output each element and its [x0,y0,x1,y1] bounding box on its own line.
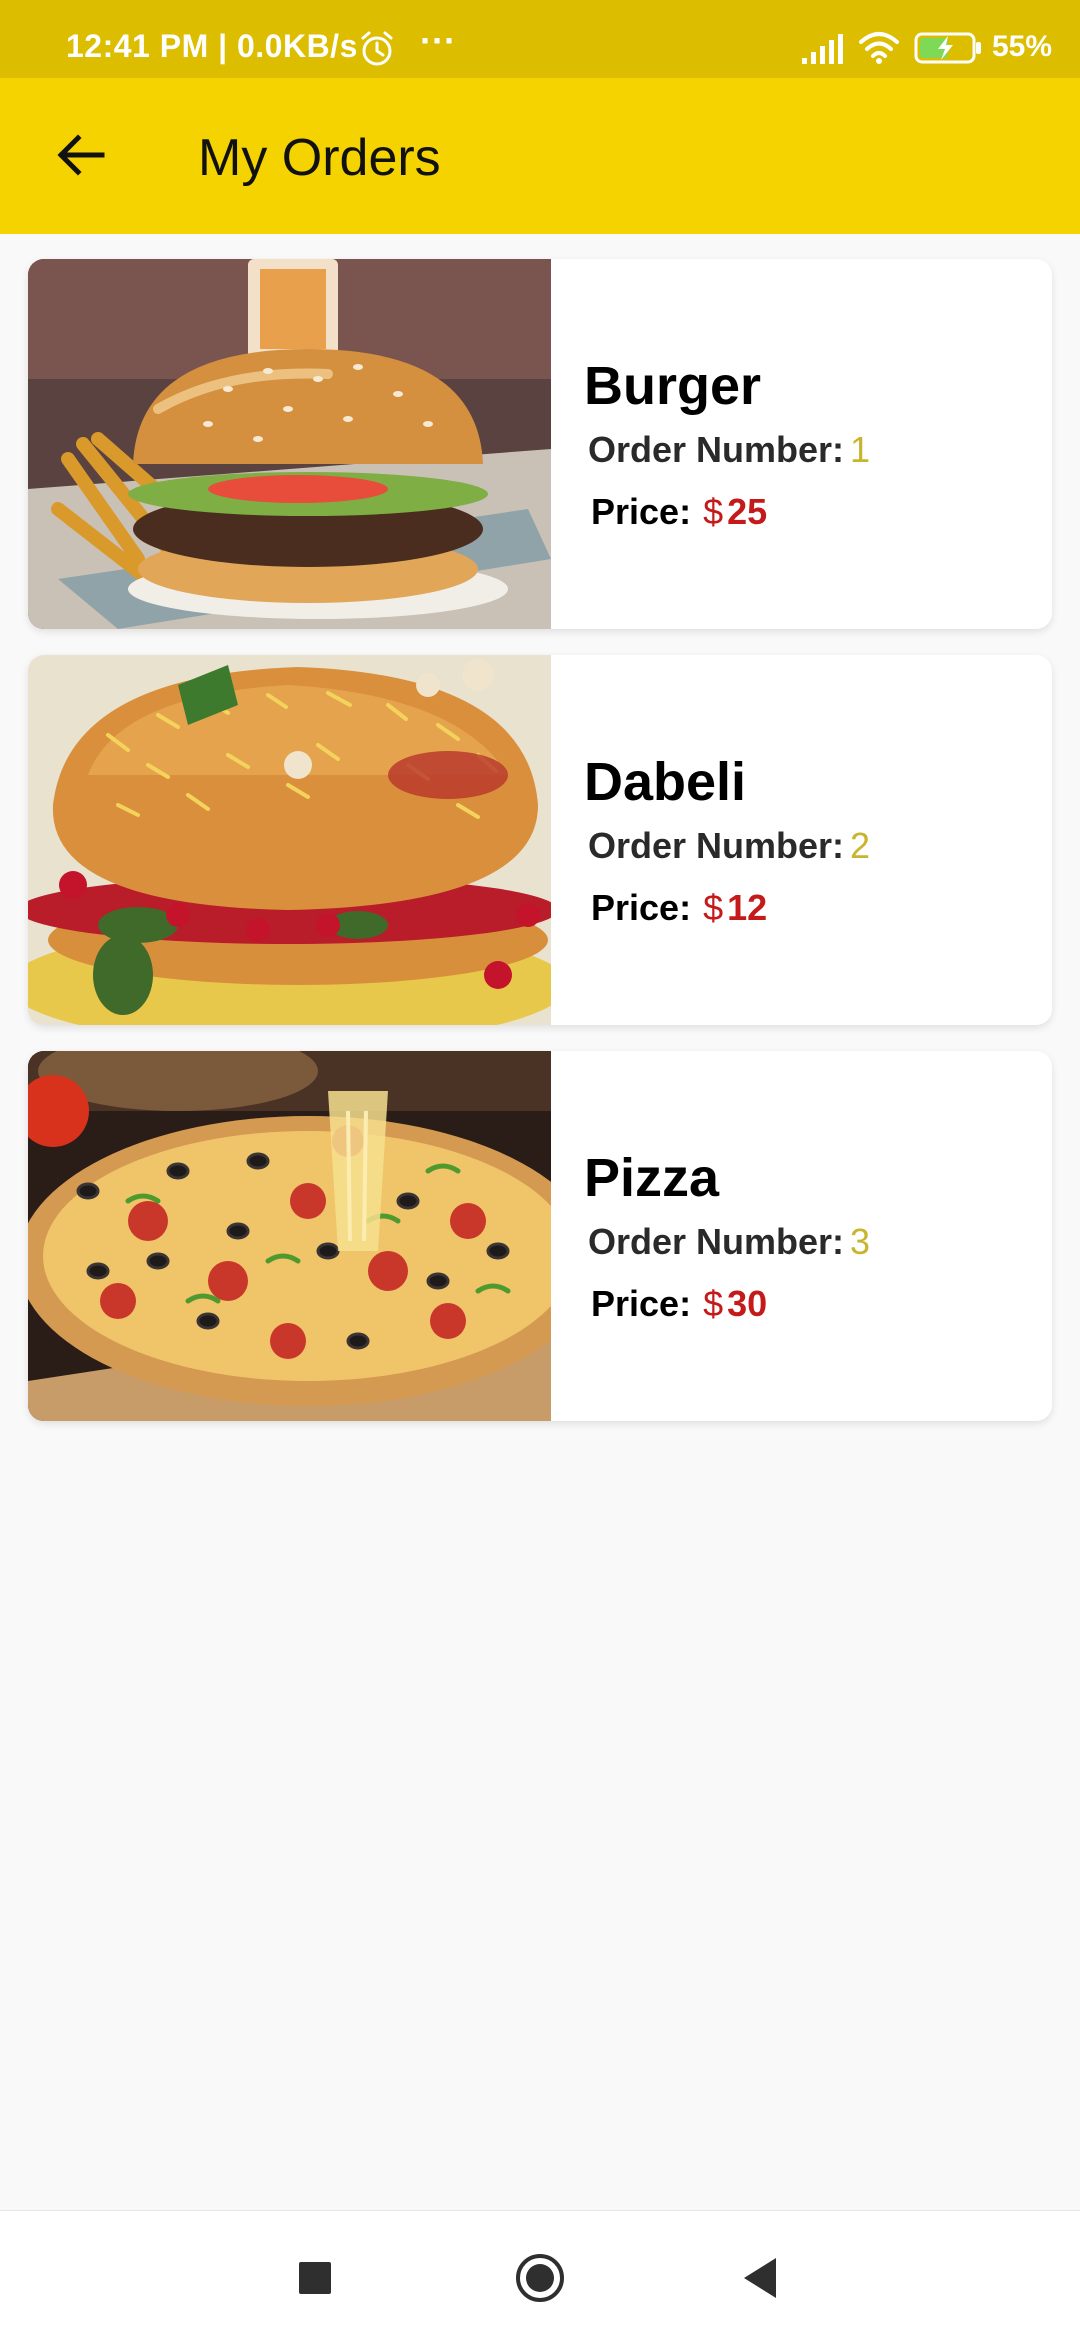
recents-square-icon[interactable] [299,2262,331,2294]
burger-photo [28,259,551,629]
price-currency: $ [703,887,724,928]
wifi-icon [859,32,899,64]
order-card-pizza[interactable]: Pizza Order Number: 3 Price: $30 [28,1051,1052,1421]
order-number-value: 1 [850,429,871,470]
system-nav-bar [0,2210,1080,2340]
order-number-value: 2 [850,825,871,866]
dabeli-image [28,655,551,1025]
battery-percentage: 55% [992,30,1053,63]
order-number-row: Order Number: 2 [588,825,870,867]
price-label: Price: [591,887,692,928]
order-number-label: Order Number: [588,429,845,470]
app-bar: My Orders [0,78,1080,234]
more-notifications-icon: ··· [420,20,456,61]
back-button[interactable] [40,114,122,196]
price-row: Price: $30 [591,1283,767,1325]
burger-image [28,259,551,629]
order-card-dabeli[interactable]: Dabeli Order Number: 2 Price: $12 [28,655,1052,1025]
dabeli-photo [28,655,551,1025]
price-value: 25 [727,491,768,532]
signal-icon [802,34,843,64]
page-title: My Orders [198,129,441,187]
food-name: Pizza [584,1148,720,1208]
status-bar: 12:41 PM | 0.0KB/s ··· 55% [0,0,1080,78]
food-name: Dabeli [584,752,747,812]
price-value: 30 [727,1283,768,1324]
food-name: Burger [584,356,762,416]
price-label: Price: [591,1283,692,1324]
order-number-label: Order Number: [588,825,845,866]
battery-charging-icon [914,32,981,64]
arrow-left-icon [57,134,105,176]
pizza-photo [28,1051,551,1421]
back-triangle-icon[interactable] [742,2256,778,2300]
price-label: Price: [591,491,692,532]
order-card-burger[interactable]: Burger Order Number: 1 Price: $25 [28,259,1052,629]
order-number-row: Order Number: 3 [588,1221,870,1263]
price-currency: $ [703,491,724,532]
order-number-row: Order Number: 1 [588,429,870,471]
price-row: Price: $12 [591,887,767,929]
order-number-value: 3 [850,1221,871,1262]
pizza-image [28,1051,551,1421]
status-time: 12:41 PM | 0.0KB/s [66,28,358,64]
price-currency: $ [703,1283,724,1324]
price-row: Price: $25 [591,491,767,533]
alarm-icon [361,31,393,66]
order-number-label: Order Number: [588,1221,845,1262]
home-circle-icon[interactable] [514,2252,566,2304]
price-value: 12 [727,887,768,928]
